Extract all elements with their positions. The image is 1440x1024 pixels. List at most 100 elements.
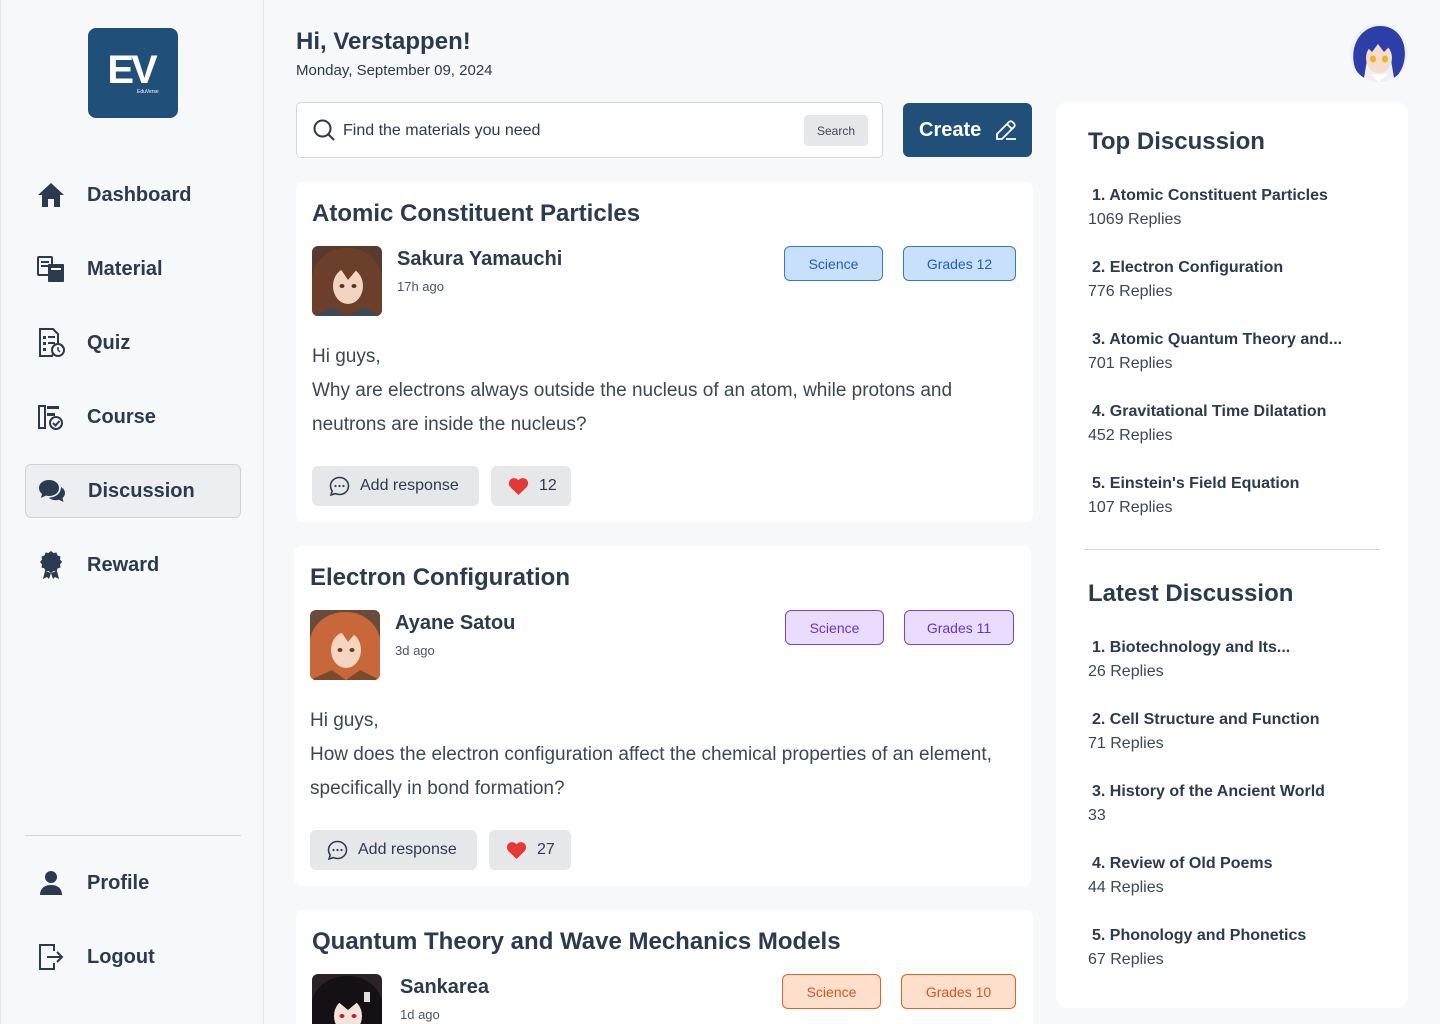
discussion-title: 4. Gravitational Time Dilatation (1092, 403, 1327, 420)
reply-count: 701 Replies (1088, 355, 1173, 372)
top-discussion-item[interactable]: 2. Electron Configuration 776 Replies (1088, 259, 1388, 301)
latest-discussion-item[interactable]: 3. History of the Ancient World 33 (1088, 783, 1388, 825)
sidebar-item-label: Profile (87, 871, 150, 894)
sidebar-item-label: Course (87, 405, 156, 428)
like-button[interactable]: 12 (491, 466, 571, 506)
post-body-question: Why are electrons always outside the nuc… (312, 380, 953, 435)
material-icon (37, 255, 65, 283)
top-discussion-item[interactable]: 1. Atomic Constituent Particles 1069 Rep… (1088, 187, 1388, 229)
heart-icon (506, 841, 527, 860)
post-body: Hi guys, Why are electrons always outsid… (312, 340, 1012, 442)
latest-discussion-item[interactable]: 2. Cell Structure and Function 71 Replie… (1088, 711, 1388, 753)
search-icon (313, 119, 335, 146)
reply-count: 452 Replies (1088, 427, 1173, 444)
subject-tag[interactable]: Science (784, 246, 883, 281)
current-date: Monday, September 09, 2024 (296, 62, 493, 79)
sidebar-item-label: Discussion (88, 479, 195, 502)
search-bar: Search (296, 102, 883, 158)
logo-subtext: EduVerse (137, 89, 159, 95)
sidebar-item-label: Logout (87, 945, 155, 968)
reply-count: 776 Replies (1088, 283, 1173, 300)
grade-tag[interactable]: Grades 10 (901, 974, 1016, 1009)
author-name[interactable]: Sankarea (400, 976, 489, 999)
reply-count: 26 Replies (1088, 663, 1164, 680)
grade-tag[interactable]: Grades 11 (904, 610, 1014, 645)
person-icon (37, 869, 65, 897)
sidebar-item-material[interactable]: Material (25, 242, 241, 296)
add-response-label: Add response (360, 477, 459, 494)
top-discussion-item[interactable]: 5. Einstein's Field Equation 107 Replies (1088, 475, 1388, 517)
sidebar: EV EduVerse Dashboard Material Quiz Cour… (0, 0, 264, 1024)
user-avatar[interactable] (1350, 24, 1408, 82)
sidebar-item-discussion[interactable]: Discussion (25, 464, 241, 518)
sidebar-item-label: Quiz (87, 331, 131, 354)
add-response-button[interactable]: Add response (310, 830, 477, 870)
sidebar-item-label: Reward (87, 553, 160, 576)
sidebar-item-course[interactable]: Course (25, 390, 241, 444)
author-avatar[interactable] (312, 246, 382, 316)
top-discussion-item[interactable]: 3. Atomic Quantum Theory and... 701 Repl… (1088, 331, 1388, 373)
chat-bubble-icon (329, 476, 350, 497)
post-body-greeting: Hi guys, (310, 710, 379, 731)
latest-discussion-item[interactable]: 5. Phonology and Phonetics 67 Replies (1088, 927, 1388, 969)
latest-discussion-item[interactable]: 1. Biotechnology and Its... 26 Replies (1088, 639, 1388, 681)
create-button[interactable]: Create (903, 103, 1032, 157)
search-button[interactable]: Search (804, 115, 868, 146)
chat-bubble-icon (327, 840, 348, 861)
search-input[interactable] (343, 117, 783, 145)
subject-tag[interactable]: Science (785, 610, 884, 645)
course-icon (37, 403, 65, 431)
post-title[interactable]: Electron Configuration (310, 564, 570, 592)
post-body: Hi guys, How does the electron configura… (310, 704, 1010, 806)
author-avatar[interactable] (312, 974, 382, 1024)
pencil-icon (994, 118, 1018, 148)
discussion-post: Quantum Theory and Wave Mechanics Models… (296, 910, 1033, 1024)
heart-icon (508, 477, 529, 496)
app-logo[interactable]: EV EduVerse (88, 28, 178, 118)
add-response-button[interactable]: Add response (312, 466, 479, 506)
sidebar-divider (25, 835, 241, 836)
post-time: 3d ago (395, 643, 435, 658)
post-body-greeting: Hi guys, (312, 346, 381, 367)
reply-count: 67 Replies (1088, 951, 1164, 968)
sidebar-item-profile[interactable]: Profile (25, 856, 241, 910)
author-avatar[interactable] (310, 610, 380, 680)
discussion-title: 2. Cell Structure and Function (1092, 711, 1320, 728)
sidebar-item-label: Dashboard (87, 183, 192, 206)
logout-icon (37, 943, 65, 971)
discussion-icon (38, 478, 66, 506)
sidebar-item-reward[interactable]: Reward (25, 538, 241, 592)
sidebar-item-dashboard[interactable]: Dashboard (25, 168, 241, 222)
reply-count: 44 Replies (1088, 879, 1164, 896)
discussion-sidebar: Top Discussion 1. Atomic Constituent Par… (1056, 102, 1408, 1008)
discussion-title: 3. History of the Ancient World (1092, 783, 1325, 800)
sidebar-item-quiz[interactable]: Quiz (25, 316, 241, 370)
reply-count: 107 Replies (1088, 499, 1173, 516)
greeting: Hi, Verstappen! (296, 28, 471, 55)
subject-tag[interactable]: Science (782, 974, 881, 1009)
post-body-question: How does the electron configuration affe… (310, 744, 992, 799)
logo-text: EV (107, 48, 157, 92)
like-button[interactable]: 27 (489, 830, 571, 870)
reply-count: 1069 Replies (1088, 211, 1182, 228)
post-title[interactable]: Quantum Theory and Wave Mechanics Models (312, 928, 841, 956)
discussion-title: 5. Einstein's Field Equation (1092, 475, 1300, 492)
top-discussion-heading: Top Discussion (1088, 128, 1265, 155)
grade-tag[interactable]: Grades 12 (903, 246, 1016, 281)
discussion-title: 5. Phonology and Phonetics (1092, 927, 1307, 944)
create-button-label: Create (919, 118, 982, 141)
sidebar-item-logout[interactable]: Logout (25, 930, 241, 984)
discussion-post: Electron Configuration Ayane Satou 3d ag… (294, 546, 1031, 886)
author-name[interactable]: Ayane Satou (395, 612, 515, 635)
reply-count: 71 Replies (1088, 735, 1164, 752)
add-response-label: Add response (358, 841, 457, 858)
latest-discussion-item[interactable]: 4. Review of Old Poems 44 Replies (1088, 855, 1388, 897)
top-discussion-item[interactable]: 4. Gravitational Time Dilatation 452 Rep… (1088, 403, 1388, 445)
post-time: 1d ago (400, 1007, 440, 1022)
reply-count: 33 (1088, 807, 1106, 824)
post-time: 17h ago (397, 279, 444, 294)
sidebar-item-label: Material (87, 257, 163, 280)
post-title[interactable]: Atomic Constituent Particles (312, 200, 640, 228)
discussion-title: 1. Biotechnology and Its... (1092, 639, 1291, 656)
author-name[interactable]: Sakura Yamauchi (397, 248, 562, 271)
